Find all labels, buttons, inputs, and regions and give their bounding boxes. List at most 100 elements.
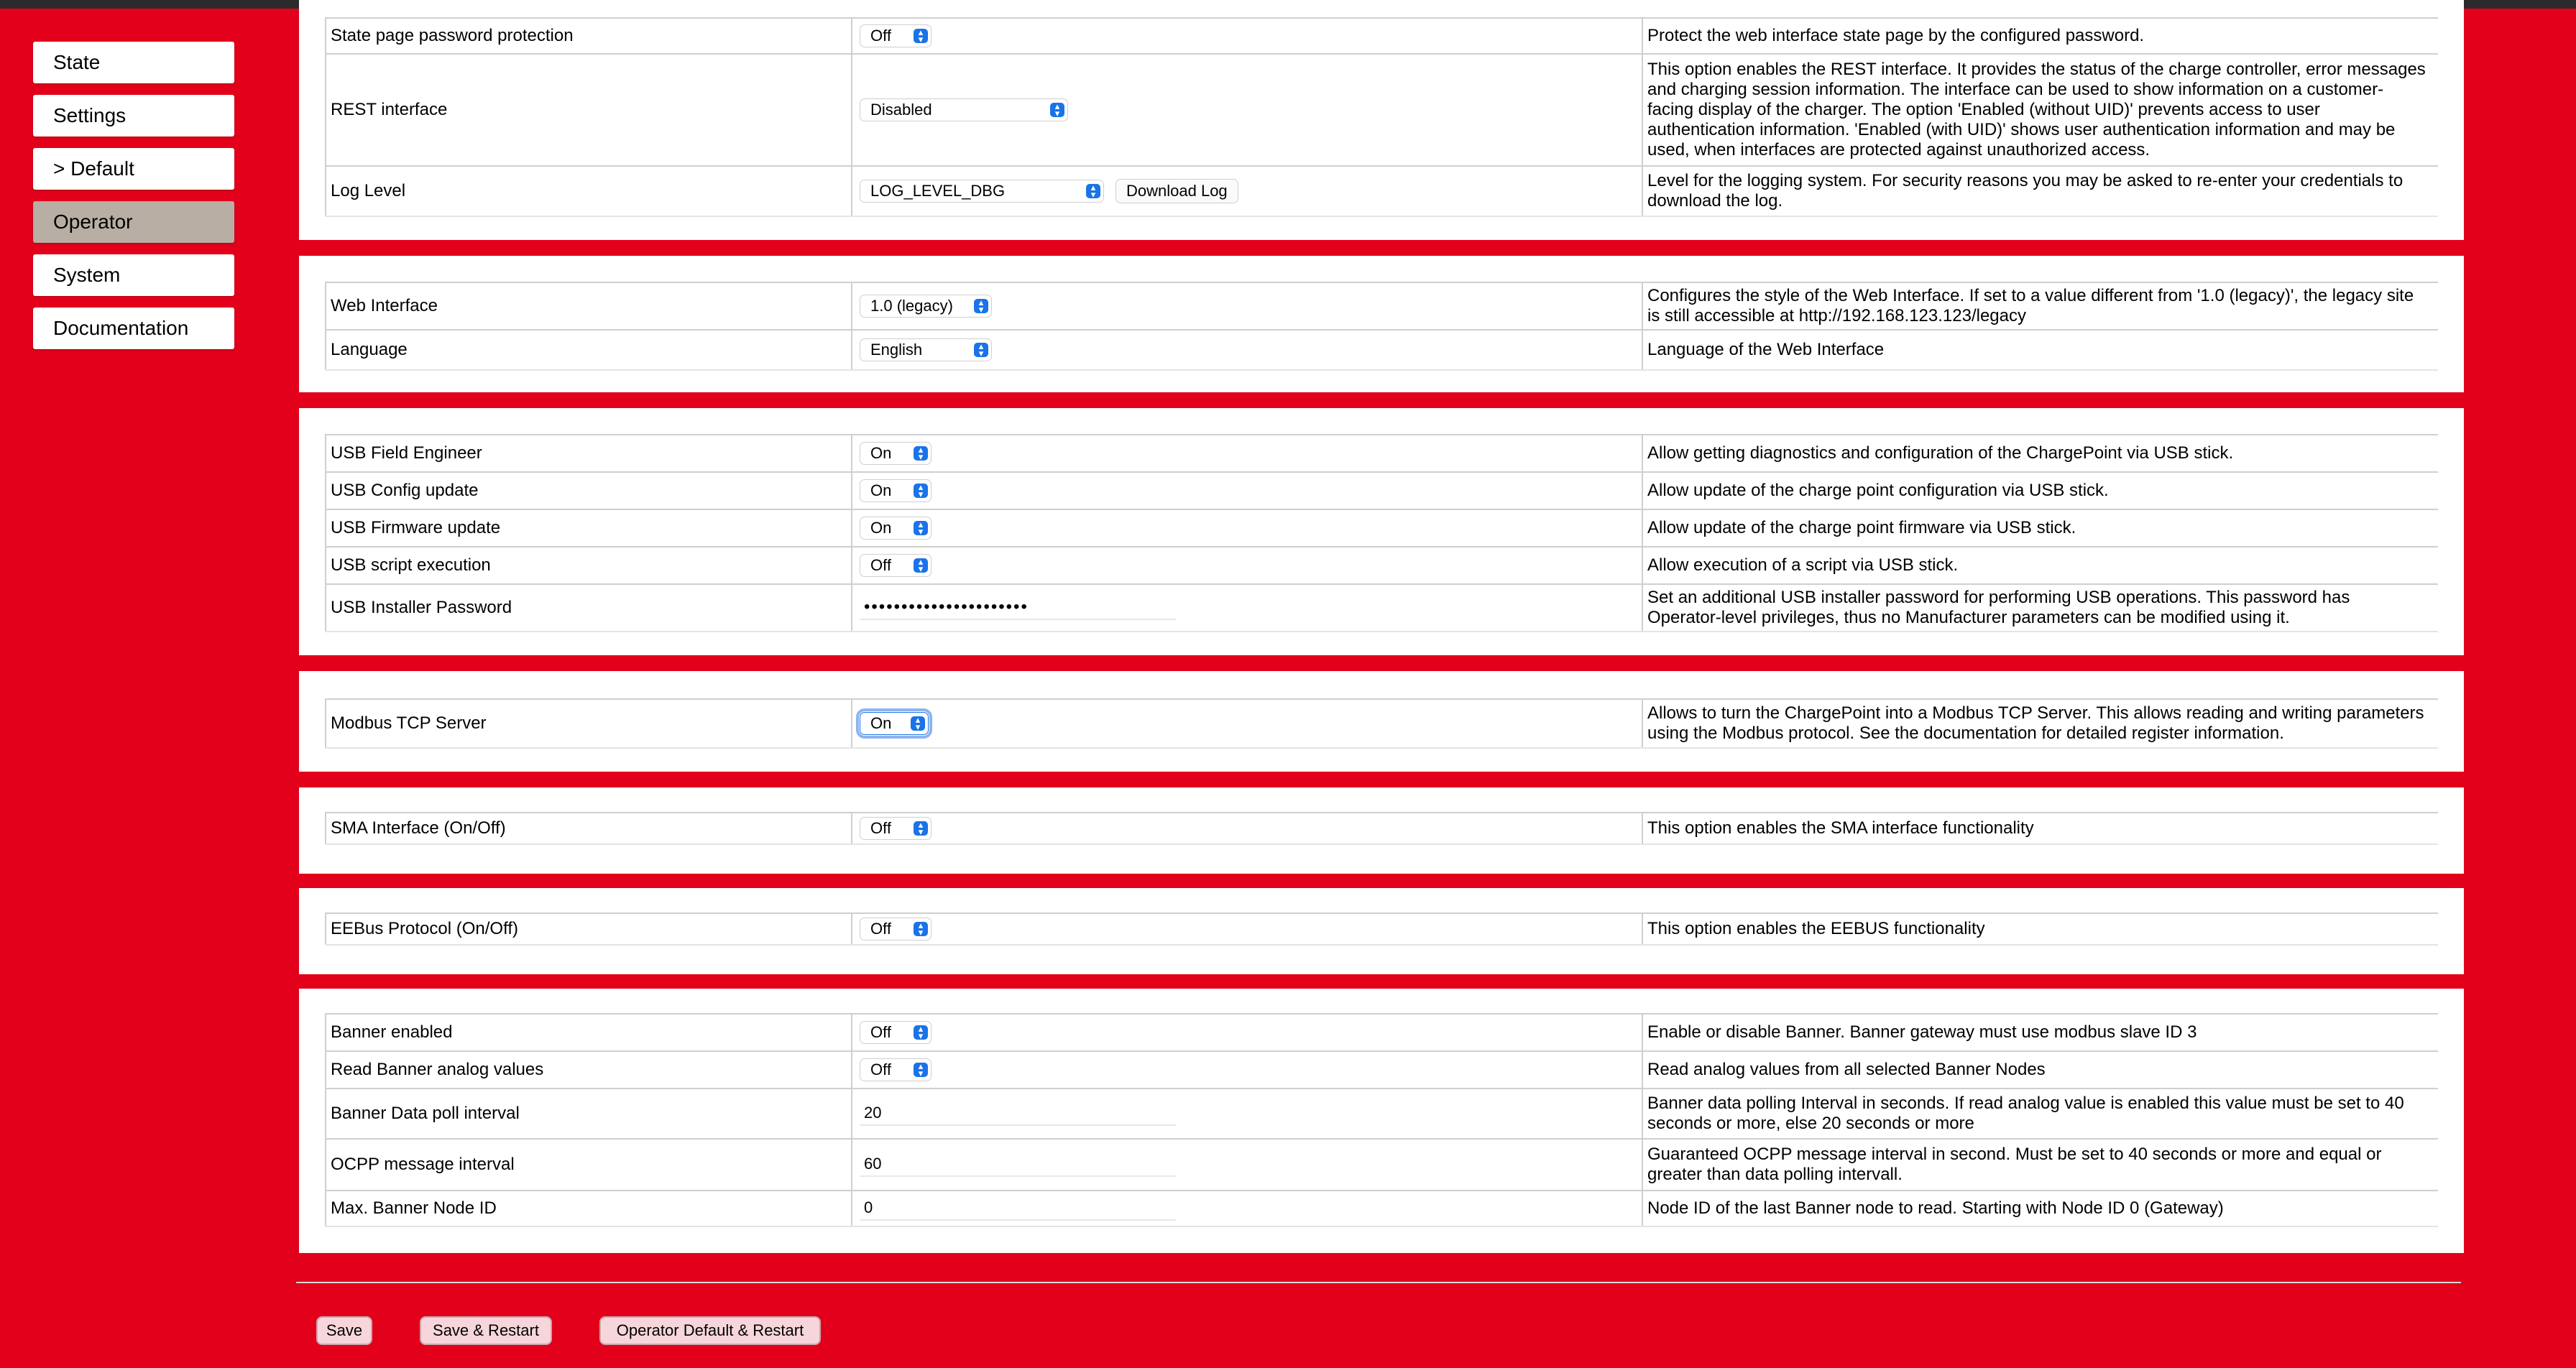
usb-config-update-select[interactable]: On ▴ ▾ bbox=[860, 479, 932, 502]
setting-label: Read Banner analog values bbox=[325, 1050, 851, 1088]
setting-label: EEBus Protocol (On/Off) bbox=[325, 912, 851, 944]
select-value: Off bbox=[870, 556, 891, 574]
banner-enabled-select[interactable]: Off ▴ ▾ bbox=[860, 1021, 932, 1044]
save-restart-button[interactable]: Save & Restart bbox=[420, 1316, 552, 1345]
log-level-select[interactable]: LOG_LEVEL_DBG ▴ ▾ bbox=[860, 180, 1104, 203]
setting-description: Set an additional USB installer password… bbox=[1642, 583, 2438, 631]
modbus-tcp-server-select[interactable]: On ▴ ▾ bbox=[856, 708, 932, 739]
web-interface-select[interactable]: 1.0 (legacy) ▴ ▾ bbox=[860, 295, 992, 318]
setting-description: Allow update of the charge point firmwar… bbox=[1642, 509, 2438, 546]
chevron-updown-icon: ▴ ▾ bbox=[914, 445, 928, 461]
nav-item-default[interactable]: > Default bbox=[33, 148, 234, 190]
select-value: LOG_LEVEL_DBG bbox=[870, 182, 1006, 200]
save-button[interactable]: Save bbox=[316, 1316, 372, 1345]
banner-poll-interval-input[interactable]: 20 bbox=[860, 1101, 1176, 1126]
settings-row: OCPP message interval 60 Guaranteed OCPP… bbox=[325, 1138, 2438, 1191]
max-banner-node-id-input[interactable]: 0 bbox=[860, 1196, 1176, 1221]
settings-row: SMA Interface (On/Off) Off ▴ ▾ This optio… bbox=[325, 812, 2438, 845]
sma-interface-select[interactable]: Off ▴ ▾ bbox=[860, 817, 932, 840]
usb-script-execution-select[interactable]: Off ▴ ▾ bbox=[860, 554, 932, 577]
chevron-updown-icon: ▴ ▾ bbox=[914, 920, 928, 937]
setting-label: USB Field Engineer bbox=[325, 434, 851, 471]
select-value: 1.0 (legacy) bbox=[870, 297, 953, 315]
chevron-updown-icon: ▴ ▾ bbox=[914, 1024, 928, 1040]
select-value: Off bbox=[870, 27, 891, 45]
settings-row: Banner enabled Off ▴ ▾ Enable or disable … bbox=[325, 1013, 2438, 1052]
eebus-protocol-select[interactable]: Off ▴ ▾ bbox=[860, 918, 932, 940]
setting-label: Banner enabled bbox=[325, 1013, 851, 1050]
setting-label: Language bbox=[325, 329, 851, 369]
setting-label: USB Firmware update bbox=[325, 509, 851, 546]
select-value: On bbox=[870, 714, 892, 732]
nav-item-operator[interactable]: Operator bbox=[33, 201, 234, 243]
usb-field-engineer-select[interactable]: On ▴ ▾ bbox=[860, 442, 932, 465]
chevron-updown-icon: ▴ ▾ bbox=[914, 519, 928, 536]
settings-row: USB Config update On ▴ ▾ Allow update of … bbox=[325, 471, 2438, 510]
sma-panel: SMA Interface (On/Off) Off ▴ ▾ This optio… bbox=[299, 787, 2464, 874]
settings-row: State page password protection Off ▴ ▾ Pr… bbox=[325, 17, 2438, 55]
usb-settings-panel: USB Field Engineer On ▴ ▾ Allow getting d… bbox=[299, 408, 2464, 655]
setting-label: Modbus TCP Server bbox=[325, 698, 851, 747]
setting-label: REST interface bbox=[325, 53, 851, 165]
setting-label: State page password protection bbox=[325, 17, 851, 53]
language-select[interactable]: English ▴ ▾ bbox=[860, 338, 992, 361]
setting-description: Guaranteed OCPP message interval in seco… bbox=[1642, 1138, 2438, 1190]
settings-row: USB Field Engineer On ▴ ▾ Allow getting d… bbox=[325, 434, 2438, 473]
chevron-updown-icon: ▴ ▾ bbox=[911, 715, 925, 731]
nav-item-settings[interactable]: Settings bbox=[33, 95, 234, 137]
select-value: Disabled bbox=[870, 101, 932, 119]
select-value: Off bbox=[870, 920, 891, 938]
rest-interface-select[interactable]: Disabled ▴ ▾ bbox=[860, 98, 1068, 121]
setting-label: USB Installer Password bbox=[325, 583, 851, 631]
select-value: On bbox=[870, 444, 892, 462]
setting-description: This option enables the SMA interface fu… bbox=[1642, 812, 2438, 844]
web-interface-panel: Web Interface 1.0 (legacy) ▴ ▾ Configures… bbox=[299, 256, 2464, 392]
select-value: On bbox=[870, 519, 892, 537]
setting-description: Banner data polling Interval in seconds.… bbox=[1642, 1088, 2438, 1138]
setting-label: Max. Banner Node ID bbox=[325, 1190, 851, 1226]
setting-label: OCPP message interval bbox=[325, 1138, 851, 1190]
select-value: English bbox=[870, 341, 923, 359]
chevron-updown-icon: ▴ ▾ bbox=[1050, 101, 1064, 118]
usb-installer-password-input[interactable]: •••••••••••••••••••••• bbox=[860, 596, 1176, 620]
read-banner-analog-select[interactable]: Off ▴ ▾ bbox=[860, 1058, 932, 1081]
state-password-select[interactable]: Off ▴ ▾ bbox=[860, 24, 932, 47]
settings-row: USB Installer Password •••••••••••••••••… bbox=[325, 583, 2438, 632]
setting-description: Level for the logging system. For securi… bbox=[1642, 165, 2438, 216]
setting-label: USB Config update bbox=[325, 471, 851, 509]
setting-description: This option enables the EEBUS functional… bbox=[1642, 912, 2438, 944]
setting-label: Web Interface bbox=[325, 282, 851, 329]
setting-label: USB script execution bbox=[325, 546, 851, 583]
download-log-button[interactable]: Download Log bbox=[1116, 179, 1238, 203]
setting-description: Allow getting diagnostics and configurat… bbox=[1642, 434, 2438, 471]
setting-description: Protect the web interface state page by … bbox=[1642, 17, 2438, 53]
chevron-updown-icon: ▴ ▾ bbox=[914, 820, 928, 836]
footer-divider bbox=[296, 1282, 2461, 1283]
select-value: On bbox=[870, 481, 892, 499]
usb-firmware-update-select[interactable]: On ▴ ▾ bbox=[860, 517, 932, 540]
ocpp-message-interval-input[interactable]: 60 bbox=[860, 1152, 1176, 1177]
chevron-updown-icon: ▴ ▾ bbox=[974, 297, 988, 314]
settings-row: USB script execution Off ▴ ▾ Allow execut… bbox=[325, 546, 2438, 585]
chevron-updown-icon: ▴ ▾ bbox=[974, 341, 988, 358]
settings-row: Banner Data poll interval 20 Banner data… bbox=[325, 1088, 2438, 1140]
select-value: Off bbox=[870, 1060, 891, 1078]
setting-description: Enable or disable Banner. Banner gateway… bbox=[1642, 1013, 2438, 1050]
settings-row: Log Level LOG_LEVEL_DBG ▴ ▾ Download Log … bbox=[325, 165, 2438, 217]
setting-label: Log Level bbox=[325, 165, 851, 216]
rest-settings-panel: State page password protection Off ▴ ▾ Pr… bbox=[299, 0, 2464, 240]
settings-row: Modbus TCP Server On ▴ ▾ Allows to turn t… bbox=[325, 698, 2438, 749]
banner-panel: Banner enabled Off ▴ ▾ Enable or disable … bbox=[299, 989, 2464, 1253]
nav-item-state[interactable]: State bbox=[33, 42, 234, 83]
nav-item-documentation[interactable]: Documentation bbox=[33, 308, 234, 349]
settings-row: Language English ▴ ▾ Language of the Web … bbox=[325, 329, 2438, 371]
setting-label: Banner Data poll interval bbox=[325, 1088, 851, 1138]
operator-default-restart-button[interactable]: Operator Default & Restart bbox=[599, 1316, 821, 1345]
modbus-panel: Modbus TCP Server On ▴ ▾ Allows to turn t… bbox=[299, 671, 2464, 772]
setting-description: This option enables the REST interface. … bbox=[1642, 53, 2438, 165]
select-value: Off bbox=[870, 1023, 891, 1041]
setting-description: Allow execution of a script via USB stic… bbox=[1642, 546, 2438, 583]
setting-description: Configures the style of the Web Interfac… bbox=[1642, 282, 2438, 329]
chevron-updown-icon: ▴ ▾ bbox=[914, 27, 928, 44]
nav-item-system[interactable]: System bbox=[33, 254, 234, 296]
